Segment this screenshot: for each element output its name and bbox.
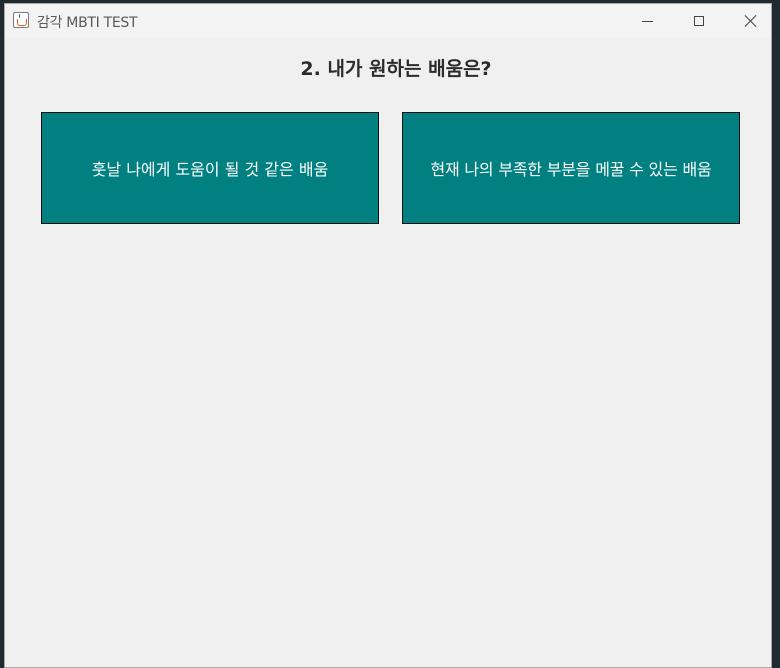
close-icon [744, 14, 758, 28]
minimize-icon [641, 20, 653, 22]
maximize-button[interactable] [673, 4, 725, 38]
title-bar[interactable]: 감각 MBTI TEST [5, 4, 771, 38]
minimize-button[interactable] [621, 4, 673, 38]
question-label: 2. 내가 원하는 배움은? [300, 58, 492, 80]
java-cup-icon [13, 12, 29, 28]
app-window: 감각 MBTI TEST 2. 내가 원하는 배움은? 훗날 나에게 도움이 될… [4, 3, 772, 668]
content-panel: 2. 내가 원하는 배움은? 훗날 나에게 도움이 될 것 같은 배움 현재 나… [5, 38, 771, 667]
window-title: 감각 MBTI TEST [37, 15, 138, 31]
answer-button-2[interactable]: 현재 나의 부족한 부분을 메꿀 수 있는 배움 [402, 112, 740, 224]
maximize-icon [694, 16, 704, 26]
close-button[interactable] [725, 4, 777, 38]
answer-button-1[interactable]: 훗날 나에게 도움이 될 것 같은 배움 [41, 112, 379, 224]
